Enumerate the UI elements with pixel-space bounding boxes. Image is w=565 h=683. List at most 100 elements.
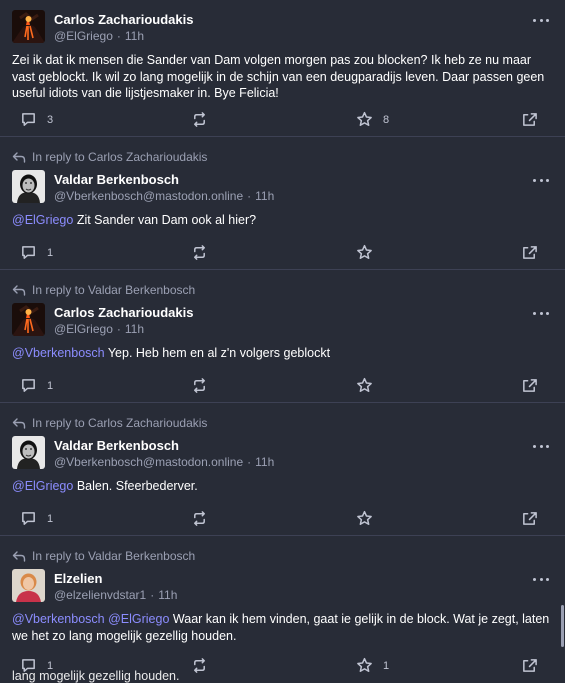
author-handle: @elzelienvdstar1 · 11h: [54, 588, 177, 602]
post-time[interactable]: 11h: [125, 29, 144, 43]
reply-context[interactable]: In reply to Carlos Zacharioudakis: [12, 416, 207, 430]
more-icon[interactable]: [533, 575, 549, 583]
reply-context[interactable]: In reply to Carlos Zacharioudakis: [12, 150, 207, 164]
share-icon: [521, 111, 538, 128]
star-icon: [356, 510, 373, 527]
star-icon: [356, 377, 373, 394]
author-name[interactable]: Valdar Berkenbosch: [54, 172, 179, 187]
reply-context-label: In reply to Valdar Berkenbosch: [32, 283, 196, 297]
replies-count: 1: [47, 379, 54, 392]
reply-button[interactable]: 1: [20, 244, 53, 261]
favourites-count: 8: [383, 113, 390, 126]
author-name[interactable]: Carlos Zacharioudakis: [54, 12, 193, 27]
post-time[interactable]: 11h: [158, 588, 177, 602]
share-button[interactable]: [521, 111, 538, 128]
reply-context[interactable]: In reply to Valdar Berkenbosch: [12, 549, 195, 563]
post-content: @ElGriego Zit Sander van Dam ook al hier…: [12, 212, 552, 229]
handle-text[interactable]: @Vberkenbosch@mastodon.online: [54, 455, 243, 469]
share-button[interactable]: [521, 657, 538, 674]
avatar[interactable]: [12, 569, 45, 602]
author-name[interactable]: Valdar Berkenbosch: [54, 438, 179, 453]
favourite-button[interactable]: [356, 377, 383, 394]
more-icon[interactable]: [533, 442, 549, 450]
scrollbar[interactable]: [561, 605, 564, 647]
post-time[interactable]: 11h: [125, 322, 144, 336]
mention-link[interactable]: @ElGriego: [12, 213, 73, 227]
avatar[interactable]: [12, 436, 45, 469]
author-name[interactable]: Elzelien: [54, 571, 102, 586]
author-handle: @Vberkenbosch@mastodon.online · 11h: [54, 189, 274, 203]
reply-icon: [20, 510, 37, 527]
share-button[interactable]: [521, 510, 538, 527]
separator: ·: [247, 455, 252, 469]
divider: [0, 269, 565, 270]
reply-context-label: In reply to Valdar Berkenbosch: [32, 549, 196, 563]
boost-icon: [191, 377, 208, 394]
reply-arrow-icon: [12, 151, 26, 163]
reply-arrow-icon: [12, 284, 26, 296]
boost-button[interactable]: [191, 377, 218, 394]
mention-link[interactable]: @Vberkenbosch: [12, 346, 105, 360]
reply-button[interactable]: 3: [20, 111, 53, 128]
favourite-button[interactable]: 1: [356, 657, 389, 674]
author-name[interactable]: Carlos Zacharioudakis: [54, 305, 193, 320]
handle-text[interactable]: @ElGriego: [54, 322, 113, 336]
share-icon: [521, 244, 538, 261]
separator: ·: [247, 189, 252, 203]
share-icon: [521, 377, 538, 394]
reply-context[interactable]: In reply to Valdar Berkenbosch: [12, 283, 195, 297]
divider: [0, 136, 565, 137]
author-handle: @ElGriego · 11h: [54, 29, 144, 43]
share-button[interactable]: [521, 377, 538, 394]
boost-icon: [191, 510, 208, 527]
post-text: Zei ik dat ik mensen die Sander van Dam …: [12, 53, 545, 100]
handle-text[interactable]: @ElGriego: [54, 29, 113, 43]
favourite-button[interactable]: 8: [356, 111, 389, 128]
star-icon: [356, 111, 373, 128]
boost-button[interactable]: [191, 510, 218, 527]
author-handle: @Vberkenbosch@mastodon.online · 11h: [54, 455, 274, 469]
avatar[interactable]: [12, 10, 45, 43]
mention-link[interactable]: @ElGriego: [12, 479, 73, 493]
divider: [0, 535, 565, 536]
boost-button[interactable]: [191, 111, 218, 128]
post-content: @Vberkenbosch Yep. Heb hem en al z'n vol…: [12, 345, 552, 362]
reply-context-label: In reply to Carlos Zacharioudakis: [32, 150, 208, 164]
reply-button[interactable]: 1: [20, 377, 53, 394]
more-icon[interactable]: [533, 176, 549, 184]
reply-arrow-icon: [12, 417, 26, 429]
boost-button[interactable]: [191, 244, 218, 261]
more-icon[interactable]: [533, 309, 549, 317]
post-text: Yep. Heb hem en al z'n volgers geblockt: [107, 346, 331, 360]
share-icon: [521, 657, 538, 674]
post-actions: 38: [0, 111, 565, 131]
avatar[interactable]: [12, 303, 45, 336]
favourite-button[interactable]: [356, 244, 383, 261]
handle-text[interactable]: @Vberkenbosch@mastodon.online: [54, 189, 243, 203]
replies-count: 1: [47, 246, 54, 259]
reply-context-label: In reply to Carlos Zacharioudakis: [32, 416, 208, 430]
handle-text[interactable]: @elzelienvdstar1: [54, 588, 146, 602]
share-button[interactable]: [521, 244, 538, 261]
boost-button[interactable]: [191, 657, 218, 674]
reply-icon: [20, 377, 37, 394]
favourites-count: 1: [383, 659, 390, 672]
post-text: Zit Sander van Dam ook al hier?: [76, 213, 257, 227]
favourite-button[interactable]: [356, 510, 383, 527]
more-icon[interactable]: [533, 16, 549, 24]
star-icon: [356, 657, 373, 674]
author-handle: @ElGriego · 11h: [54, 322, 144, 336]
post-time[interactable]: 11h: [255, 455, 274, 469]
reply-button[interactable]: 1: [20, 510, 53, 527]
share-icon: [521, 510, 538, 527]
overflow-text: lang mogelijk gezellig houden.: [12, 669, 180, 683]
mention-link[interactable]: @ElGriego: [108, 612, 169, 626]
replies-count: 1: [47, 512, 54, 525]
post-content: @Vberkenbosch @ElGriego Waar kan ik hem …: [12, 611, 552, 644]
post-content: @ElGriego Balen. Sfeerbederver.: [12, 478, 552, 495]
mention-link[interactable]: @Vberkenbosch: [12, 612, 105, 626]
post-text: Balen. Sfeerbederver.: [76, 479, 198, 493]
avatar[interactable]: [12, 170, 45, 203]
post-time[interactable]: 11h: [255, 189, 274, 203]
replies-count: 3: [47, 113, 54, 126]
